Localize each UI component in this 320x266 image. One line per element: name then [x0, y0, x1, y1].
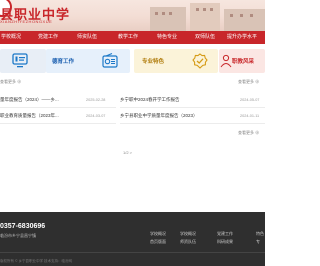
- divider: [120, 123, 265, 124]
- divider: [120, 107, 265, 108]
- main-nav: 学校概况 党建工作 师资队伍 教学工作 特色专业 双师队伍 提升办学水平: [0, 31, 265, 44]
- monitor-icon: [12, 53, 28, 68]
- header-banner: 县职业中学 XIANZHIYEZHONGXUE: [0, 0, 265, 31]
- quick-link-vocational-style[interactable]: 职教风采: [219, 49, 265, 73]
- nav-item-school-overview[interactable]: 学校概况: [1, 33, 21, 40]
- news-date: 2024-03-07: [86, 114, 106, 118]
- quick-link-1[interactable]: [0, 49, 46, 73]
- quick-link-moral-education[interactable]: 德育工作: [46, 49, 130, 73]
- nav-item-teachers[interactable]: 师资队伍: [77, 33, 97, 40]
- banner-building: [150, 7, 186, 31]
- banner-building: [224, 9, 265, 31]
- footer-link[interactable]: 学校概况: [180, 231, 196, 237]
- quick-link-label: 专业特色: [142, 59, 165, 65]
- news-title[interactable]: 乡宁职中2024春开学工作报告: [120, 97, 180, 103]
- news-date: 2025-02-28: [86, 98, 106, 102]
- nav-item-dual-teachers[interactable]: 双师队伍: [195, 33, 215, 40]
- radio-icon: [102, 53, 118, 68]
- nav-item-party-work[interactable]: 党建工作: [38, 33, 58, 40]
- building-window: [210, 8, 213, 11]
- building-window: [230, 14, 233, 17]
- more-link-right[interactable]: 查看更多 ⊕: [238, 79, 259, 85]
- quick-link-label: 职教风采: [232, 59, 255, 65]
- news-item[interactable]: 量年度报告（2024）——乡... 2025-02-28: [0, 95, 116, 106]
- divider: [0, 107, 116, 108]
- more-link-left[interactable]: 查看更多 ⊕: [0, 79, 21, 85]
- building-window: [155, 12, 158, 15]
- building-window: [203, 8, 206, 11]
- footer-link[interactable]: 首页版面: [150, 239, 166, 245]
- news-date: 2024-01-11: [240, 114, 260, 118]
- nav-item-teaching[interactable]: 教学工作: [118, 33, 138, 40]
- footer-address: 临汾市乡宁县昌宁镇: [0, 233, 36, 238]
- news-title[interactable]: 乡宁县职业中学质量年度报告（2023）: [120, 113, 198, 119]
- nav-item-improve[interactable]: 提升办学水平: [227, 33, 257, 40]
- footer-link[interactable]: 特色: [256, 231, 264, 237]
- quick-link-label: 德育工作: [52, 59, 75, 65]
- news-title[interactable]: 量年度报告（2024）——乡...: [0, 97, 59, 103]
- news-item[interactable]: 乡宁县职业中学质量年度报告（2023） 2024-01-11: [120, 111, 265, 122]
- footer-link[interactable]: 学校概况: [150, 231, 166, 237]
- footer-divider: [0, 252, 265, 253]
- pagination[interactable]: 1/2 >: [123, 150, 132, 155]
- check-badge-icon: [192, 53, 208, 69]
- building-window: [162, 12, 165, 15]
- building-window: [196, 8, 199, 11]
- news-item[interactable]: 乡宁职中2024春开学工作报告 2024-05-07: [120, 95, 265, 106]
- quick-link-majors[interactable]: 专业特色: [134, 49, 218, 73]
- building-window: [250, 14, 253, 17]
- nav-item-majors[interactable]: 特色专业: [157, 33, 177, 40]
- student-icon: [220, 54, 232, 68]
- footer-copyright: 版权所有 © 乡宁县职业中学 技术支持：临汾网: [0, 259, 72, 263]
- footer: 0357-6830696 临汾市乡宁县昌宁镇 学校概况 首页版面 学校概况 师资…: [0, 212, 265, 266]
- news-date: 2024-05-07: [240, 98, 260, 102]
- footer-link[interactable]: 专: [256, 239, 260, 245]
- building-window: [240, 14, 243, 17]
- more-link-right-bottom[interactable]: 查看更多 ⊕: [238, 130, 259, 136]
- news-item[interactable]: 职业教育质量报告（2023年... 2024-03-07: [0, 111, 116, 122]
- divider: [0, 123, 116, 124]
- footer-link[interactable]: 科研成果: [217, 239, 233, 245]
- building-window: [169, 12, 172, 15]
- footer-link[interactable]: 党建工作: [217, 231, 233, 237]
- school-subtitle: XIANZHIYEZHONGXUE: [0, 19, 53, 24]
- footer-link[interactable]: 师资队伍: [180, 239, 196, 245]
- news-title[interactable]: 职业教育质量报告（2023年...: [0, 113, 59, 119]
- footer-phone: 0357-6830696: [0, 223, 46, 230]
